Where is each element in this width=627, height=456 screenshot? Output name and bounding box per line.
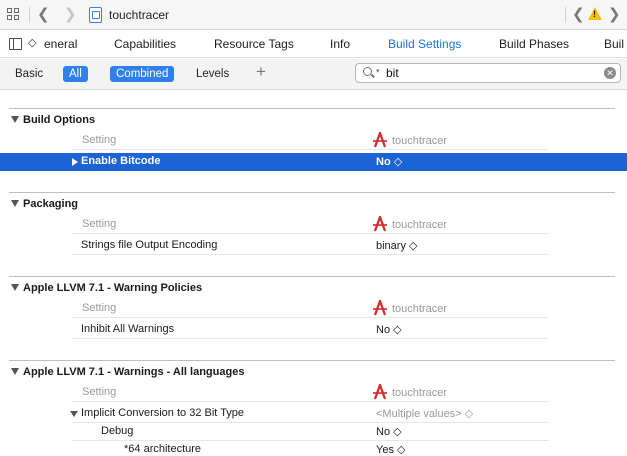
- setting-value-popup[interactable]: No ◇: [376, 323, 402, 336]
- setting-row-strings-encoding[interactable]: Strings file Output Encoding binary ◇: [72, 237, 549, 255]
- levels-button[interactable]: Levels: [196, 66, 229, 82]
- disclosure-triangle-icon[interactable]: [11, 284, 19, 291]
- setting-label: Inhibit All Warnings: [81, 323, 175, 335]
- column-header-row: Setting: [72, 300, 549, 318]
- setting-value-popup[interactable]: Yes ◇: [376, 443, 405, 456]
- setting-value-popup[interactable]: binary ◇: [376, 239, 417, 252]
- setting-value-popup[interactable]: No ◇: [376, 425, 402, 438]
- disclosure-triangle-icon[interactable]: [70, 411, 78, 417]
- section-header-warning-policies[interactable]: Apple LLVM 7.1 - Warning Policies: [0, 280, 627, 298]
- file-icon: [89, 7, 102, 23]
- app-target-icon: [373, 300, 387, 316]
- setting-row-inhibit-warnings[interactable]: Inhibit All Warnings No ◇: [72, 321, 549, 339]
- section-title: Apple LLVM 7.1 - Warnings - All language…: [23, 366, 245, 378]
- section-divider: [9, 108, 615, 109]
- breadcrumb-file[interactable]: touchtracer: [109, 8, 169, 22]
- setting-column-header: Setting: [82, 134, 117, 146]
- chevron-right-icon[interactable]: ❯: [64, 6, 77, 24]
- chevron-left-icon[interactable]: ❮: [37, 6, 50, 24]
- combined-button[interactable]: Combined: [110, 66, 175, 82]
- search-options-chevron-icon[interactable]: ▾: [376, 67, 380, 75]
- setting-row-debug[interactable]: Debug No ◇: [72, 423, 549, 441]
- divider: [565, 7, 566, 23]
- issue-next-icon[interactable]: ❯: [608, 6, 621, 24]
- tab-resource-tags[interactable]: Resource Tags: [214, 37, 294, 51]
- setting-column-header: Setting: [82, 218, 117, 230]
- setting-value-popup[interactable]: No ◇: [376, 155, 402, 168]
- section-title: Apple LLVM 7.1 - Warning Policies: [23, 282, 203, 294]
- warning-triangle-icon[interactable]: !: [588, 7, 602, 20]
- app-target-icon: [373, 384, 387, 400]
- section-divider: [9, 276, 615, 277]
- section-header-build-options[interactable]: Build Options: [0, 112, 627, 130]
- clear-circle-icon[interactable]: ✕: [604, 67, 616, 79]
- column-header-row: Setting: [72, 216, 549, 234]
- setting-label: Implicit Conversion to 32 Bit Type: [81, 407, 245, 419]
- editor-tab-bar: ◇ eneral Capabilities Resource Tags Info…: [0, 31, 627, 58]
- section-divider: [9, 360, 615, 361]
- app-target-icon: [373, 216, 387, 232]
- section-header-warnings-all-languages[interactable]: Apple LLVM 7.1 - Warnings - All language…: [0, 364, 627, 382]
- sidebar-toggle-icon[interactable]: [9, 38, 22, 50]
- setting-label: Debug: [101, 425, 134, 437]
- tab-general[interactable]: eneral: [44, 37, 77, 51]
- tab-build-settings[interactable]: Build Settings: [388, 37, 461, 51]
- section-title: Build Options: [23, 114, 96, 126]
- target-column-header: touchtracer: [392, 387, 448, 399]
- tab-build-phases[interactable]: Build Phases: [499, 37, 569, 51]
- all-button[interactable]: All: [63, 66, 88, 82]
- setting-value-popup[interactable]: <Multiple values> ◇: [376, 407, 473, 420]
- search-field[interactable]: ▾ ✕: [355, 63, 621, 83]
- disclosure-triangle-icon[interactable]: [72, 158, 78, 166]
- target-column-header: touchtracer: [392, 303, 448, 315]
- setting-row-64-architecture[interactable]: *64 architecture Yes ◇: [72, 441, 549, 456]
- setting-label: Enable Bitcode: [81, 155, 161, 167]
- basic-button[interactable]: Basic: [15, 66, 43, 82]
- disclosure-triangle-icon[interactable]: [11, 116, 19, 123]
- plus-icon[interactable]: +: [256, 62, 266, 82]
- setting-column-header: Setting: [82, 302, 117, 314]
- divider: [29, 7, 30, 23]
- jump-bar: ❮ ❯ touchtracer ❮ ! ❯: [0, 0, 627, 30]
- setting-column-header: Setting: [82, 386, 117, 398]
- search-input[interactable]: [386, 66, 586, 80]
- target-column-header: touchtracer: [392, 135, 448, 147]
- section-title: Packaging: [23, 198, 79, 210]
- section-divider: [9, 192, 615, 193]
- column-header-row: Setting: [72, 384, 549, 402]
- setting-row-enable-bitcode[interactable]: Enable Bitcode No ◇: [0, 153, 627, 171]
- section-header-packaging[interactable]: Packaging: [0, 196, 627, 214]
- target-selector-chevron-icon[interactable]: ◇: [28, 36, 36, 49]
- grid-icon[interactable]: [7, 8, 21, 22]
- app-target-icon: [373, 132, 387, 148]
- disclosure-triangle-icon[interactable]: [11, 200, 19, 207]
- target-column-header: touchtracer: [392, 219, 448, 231]
- issue-previous-icon[interactable]: ❮: [572, 6, 585, 24]
- disclosure-triangle-icon[interactable]: [11, 368, 19, 375]
- tab-build-rules[interactable]: Buil: [604, 37, 624, 51]
- column-header-row: Setting: [72, 132, 549, 150]
- tab-info[interactable]: Info: [330, 37, 350, 51]
- tab-capabilities[interactable]: Capabilities: [114, 37, 176, 51]
- search-icon: [363, 67, 372, 76]
- setting-label: Strings file Output Encoding: [81, 239, 218, 251]
- setting-label: *64 architecture: [124, 443, 202, 455]
- setting-row-implicit-conversion[interactable]: Implicit Conversion to 32 Bit Type <Mult…: [70, 405, 549, 423]
